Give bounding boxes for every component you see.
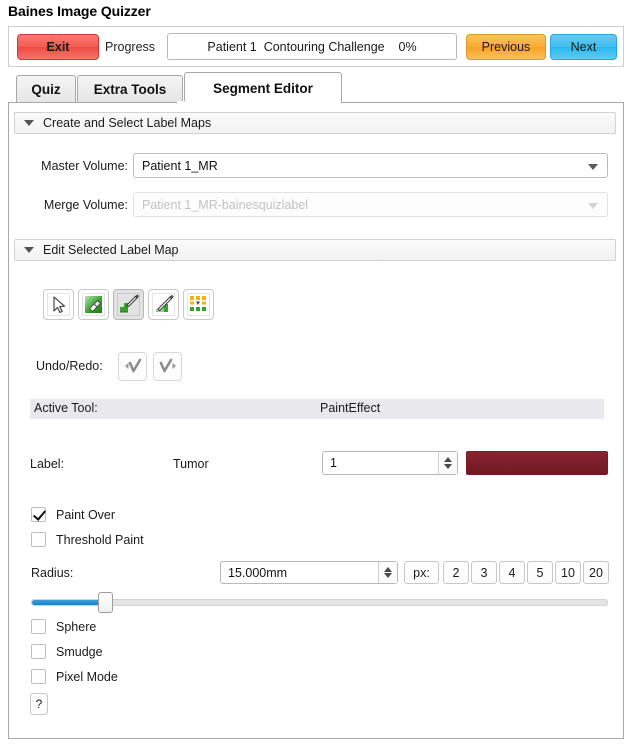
- active-tool-label: Active Tool:: [34, 401, 98, 415]
- radius-preset-4[interactable]: 4: [499, 561, 525, 584]
- label-color-swatch[interactable]: [466, 451, 608, 475]
- exit-button[interactable]: Exit: [17, 34, 99, 60]
- pixel-mode-label: Pixel Mode: [56, 669, 118, 684]
- sphere-label: Sphere: [56, 619, 97, 634]
- chevron-down-icon: [588, 164, 598, 170]
- label-value: 1: [330, 456, 337, 470]
- sphere-checkbox-row[interactable]: Sphere: [31, 619, 96, 634]
- undo-button[interactable]: [118, 352, 147, 381]
- help-button[interactable]: ?: [30, 693, 48, 715]
- paint-over-checkbox[interactable]: [31, 507, 46, 522]
- radius-preset-3[interactable]: 3: [471, 561, 497, 584]
- px-label: px:: [404, 561, 439, 584]
- tab-segment-editor[interactable]: Segment Editor: [184, 72, 342, 103]
- active-tool-value: PaintEffect: [320, 401, 381, 415]
- smudge-checkbox-row[interactable]: Smudge: [31, 644, 103, 659]
- radius-preset-5[interactable]: 5: [527, 561, 553, 584]
- sphere-checkbox[interactable]: [31, 619, 46, 634]
- stepper-up-icon[interactable]: [444, 457, 452, 462]
- tab-quiz[interactable]: Quiz: [16, 75, 76, 102]
- eraser-label-icon: [82, 293, 105, 316]
- redo-button[interactable]: [153, 352, 182, 381]
- page-title: Baines Image Quizzer: [8, 3, 151, 19]
- pixel-mode-checkbox[interactable]: [31, 669, 46, 684]
- draw-effect-tool-button[interactable]: [148, 289, 179, 320]
- next-button[interactable]: Next: [550, 34, 617, 60]
- smudge-checkbox[interactable]: [31, 644, 46, 659]
- master-volume-select[interactable]: Patient 1_MR: [133, 153, 608, 178]
- top-toolbar: Exit Progress Patient 1 Contouring Chall…: [8, 26, 624, 67]
- draw-pencil-icon: [152, 293, 175, 316]
- label-threshold-tool-button[interactable]: [183, 289, 214, 320]
- segment-editor-window: Baines Image Quizzer Exit Progress Patie…: [0, 0, 632, 747]
- radius-slider-fill: [32, 600, 101, 605]
- merge-volume-select: Patient 1_MR-bainesquizlabel: [133, 192, 608, 217]
- pixel-mode-checkbox-row[interactable]: Pixel Mode: [31, 669, 118, 684]
- select-arrow-tool-button[interactable]: [43, 289, 74, 320]
- radius-label: Radius:: [31, 566, 74, 580]
- progress-field[interactable]: Patient 1 Contouring Challenge 0%: [167, 33, 457, 60]
- label-value-spinbox[interactable]: 1: [322, 451, 458, 475]
- radius-value: 15.000mm: [228, 566, 288, 580]
- master-volume-value: Patient 1_MR: [142, 158, 218, 173]
- smudge-label: Smudge: [56, 644, 103, 659]
- radius-preset-20[interactable]: 20: [583, 561, 609, 584]
- section-title: Create and Select Label Maps: [43, 116, 212, 130]
- section-edit-selected-label-map[interactable]: Edit Selected Label Map: [14, 239, 616, 261]
- section-create-select-label-maps[interactable]: Create and Select Label Maps: [14, 112, 616, 134]
- chevron-down-icon: [24, 120, 34, 126]
- active-tab-connector: [177, 101, 333, 104]
- chevron-down-icon: [24, 247, 34, 253]
- undo-icon: [124, 358, 141, 372]
- radius-slider-track[interactable]: [31, 599, 608, 606]
- tab-bar: Quiz Extra Tools Segment Editor: [8, 72, 624, 103]
- threshold-paint-checkbox-row[interactable]: Threshold Paint: [31, 532, 144, 547]
- threshold-paint-checkbox[interactable]: [31, 532, 46, 547]
- previous-button[interactable]: Previous: [466, 34, 546, 60]
- erase-label-tool-button[interactable]: [78, 289, 109, 320]
- master-volume-label: Master Volume:: [41, 159, 128, 173]
- radius-preset-2[interactable]: 2: [443, 561, 469, 584]
- progress-label: Progress: [105, 40, 156, 54]
- label-name: Tumor: [173, 457, 209, 471]
- progress-text: Patient 1 Contouring Challenge 0%: [207, 39, 417, 54]
- radius-slider-handle[interactable]: [98, 592, 113, 613]
- redo-icon: [159, 358, 176, 372]
- undo-redo-label: Undo/Redo:: [36, 359, 103, 373]
- chevron-down-icon: [588, 203, 598, 209]
- stepper-down-icon[interactable]: [384, 573, 392, 578]
- section-title: Edit Selected Label Map: [43, 243, 179, 257]
- label-value-stepper[interactable]: [438, 452, 457, 474]
- radius-spinbox[interactable]: 15.000mm: [220, 561, 398, 584]
- stepper-up-icon[interactable]: [384, 567, 392, 572]
- label-caption: Label:: [30, 457, 65, 471]
- cursor-arrow-icon: [47, 293, 70, 316]
- level-tracing-icon: [187, 293, 210, 316]
- stepper-down-icon[interactable]: [444, 464, 452, 469]
- tab-extra-tools[interactable]: Extra Tools: [77, 75, 183, 102]
- paint-effect-tool-button[interactable]: [113, 289, 144, 320]
- active-tool-row: Active Tool: PaintEffect: [30, 399, 604, 419]
- radius-stepper[interactable]: [378, 562, 397, 583]
- merge-volume-value: Patient 1_MR-bainesquizlabel: [142, 197, 309, 212]
- merge-volume-label: Merge Volume:: [43, 198, 128, 212]
- threshold-paint-label: Threshold Paint: [56, 532, 144, 547]
- paint-over-checkbox-row[interactable]: Paint Over: [31, 507, 115, 522]
- paint-brush-icon: [117, 293, 140, 316]
- radius-preset-10[interactable]: 10: [555, 561, 581, 584]
- paint-over-label: Paint Over: [56, 507, 116, 522]
